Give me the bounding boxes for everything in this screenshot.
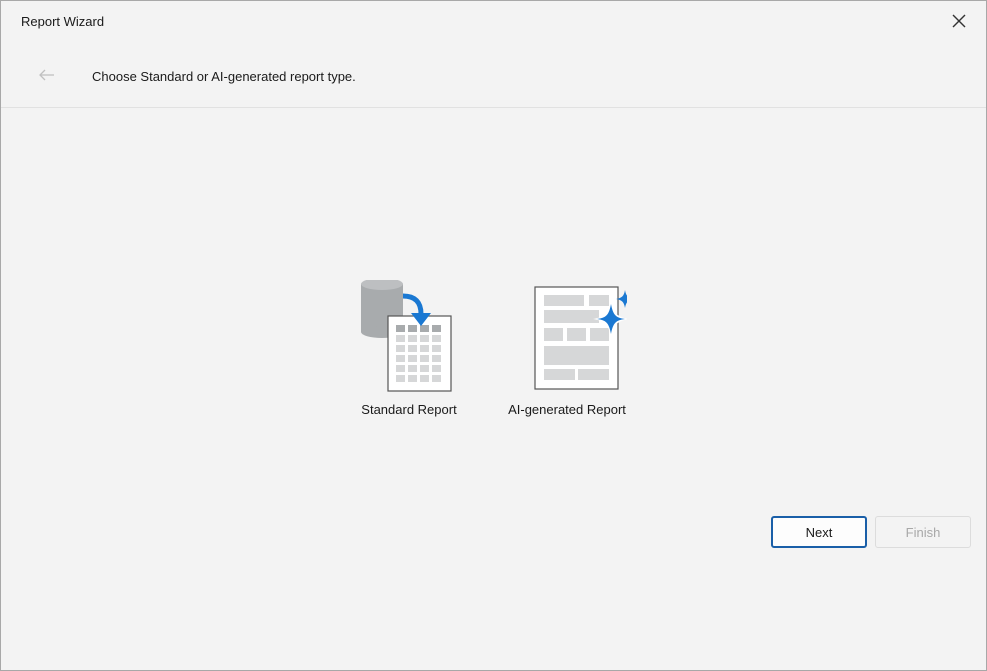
- report-wizard-window: Report Wizard Choose Standard or AI-gene…: [0, 0, 987, 671]
- ai-generated-report-option[interactable]: AI-generated Report: [497, 280, 637, 417]
- ai-generated-report-label: AI-generated Report: [508, 402, 626, 417]
- standard-report-label: Standard Report: [361, 402, 457, 417]
- sparkle-report-icon: [517, 280, 634, 392]
- wizard-header: Choose Standard or AI-generated report t…: [1, 43, 986, 108]
- window-title: Report Wizard: [21, 14, 105, 29]
- next-button[interactable]: Next: [771, 516, 867, 548]
- close-icon: [952, 14, 966, 28]
- standard-report-option[interactable]: Standard Report: [347, 278, 471, 417]
- arrow-left-icon: [39, 69, 54, 81]
- finish-button[interactable]: Finish: [875, 516, 971, 548]
- close-button[interactable]: [942, 5, 976, 37]
- title-bar: Report Wizard: [1, 1, 986, 43]
- page-subtitle: Choose Standard or AI-generated report t…: [92, 69, 356, 84]
- standard-report-icon: [359, 278, 459, 392]
- back-button[interactable]: [35, 64, 59, 86]
